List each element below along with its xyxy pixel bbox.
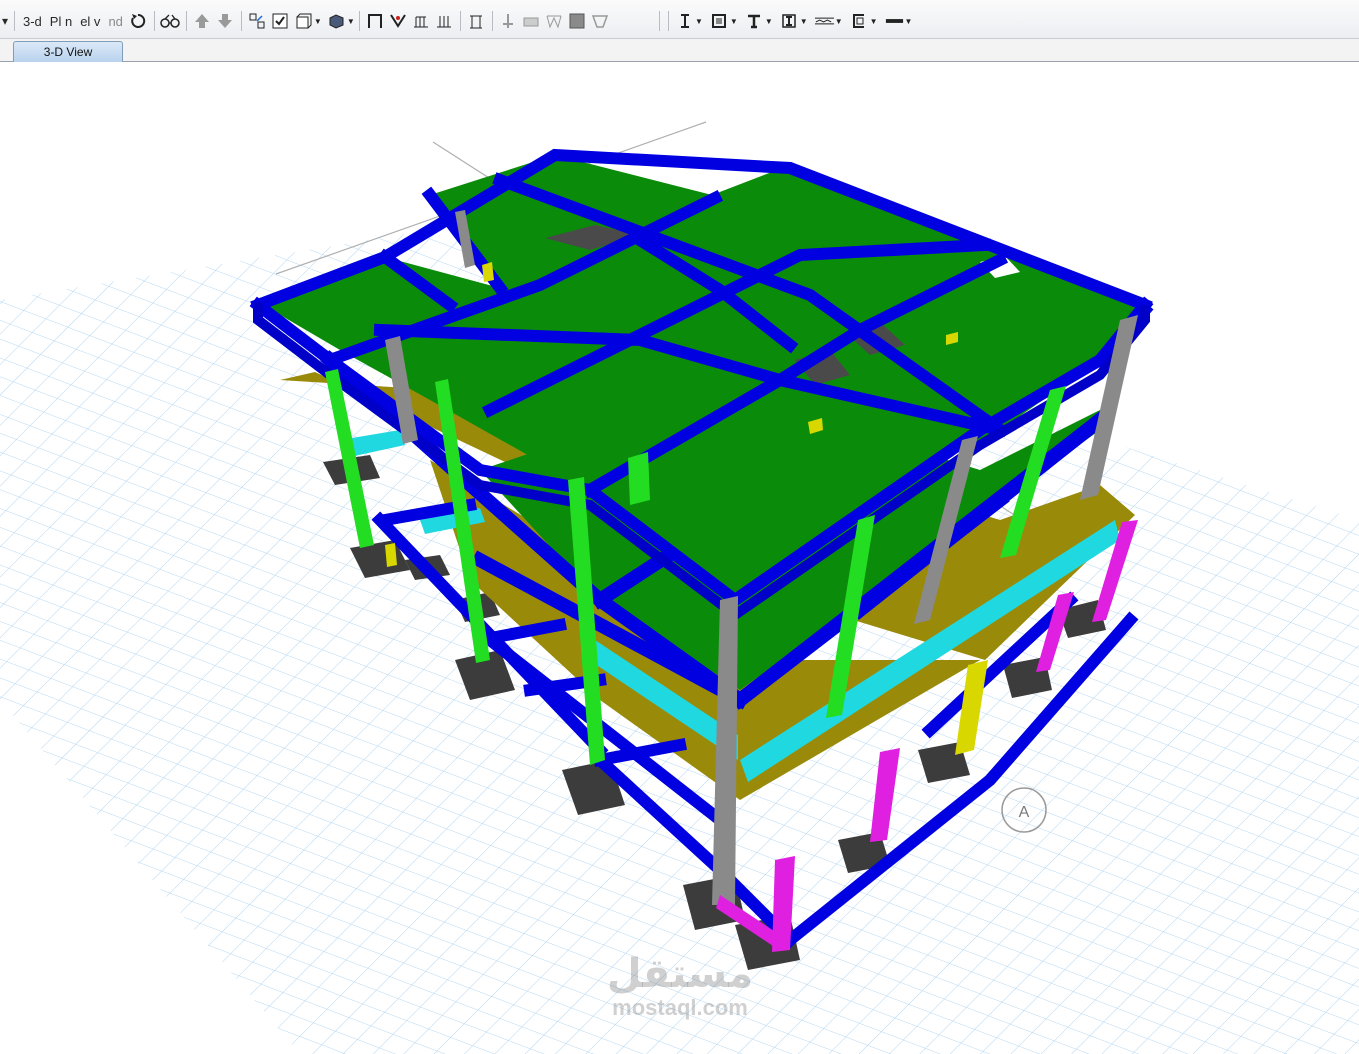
separator: [668, 11, 669, 31]
separator: [358, 11, 360, 31]
i-section-icon[interactable]: [674, 10, 695, 32]
separator: [153, 11, 155, 31]
chevron-down-icon[interactable]: ▼: [347, 17, 355, 26]
draw-slab-icon[interactable]: [411, 10, 432, 32]
watermark-arabic: مستقل: [606, 951, 754, 997]
watermark: مستقل mostaql.com: [590, 952, 770, 1020]
tab-bar: 3-D View: [0, 39, 1359, 62]
model-canvas: A: [0, 121, 1359, 1054]
chevron-down-icon[interactable]: ▼: [835, 17, 843, 26]
box-section-icon[interactable]: [709, 10, 730, 32]
draw-wall-icon[interactable]: [434, 10, 455, 32]
separator: [185, 11, 187, 31]
chevron-down-icon[interactable]: ▼: [800, 17, 808, 26]
draw-column-icon[interactable]: [466, 10, 487, 32]
chevron-down-icon[interactable]: ▼: [695, 17, 703, 26]
move-up-icon[interactable]: [192, 10, 213, 32]
separator: [240, 11, 242, 31]
separator: [491, 11, 493, 31]
tab-3d-view[interactable]: 3-D View: [13, 41, 123, 62]
toolbar-overflow-icon[interactable]: ▾: [1, 10, 9, 32]
toolbar-group-view: ▾ 3-d Pl n el v nd ▼ ▼: [0, 8, 612, 34]
chevron-down-icon[interactable]: ▼: [870, 17, 878, 26]
plate-section-icon[interactable]: [884, 10, 905, 32]
t-section-icon[interactable]: [744, 10, 765, 32]
separator: [459, 11, 461, 31]
chevron-down-icon[interactable]: ▼: [730, 17, 738, 26]
separator: [14, 11, 15, 31]
rotate-view-icon[interactable]: [128, 10, 149, 32]
model-3d-viewport[interactable]: A مستقل mostaql.com: [0, 62, 1359, 1054]
watermark-latin: mostaql.com: [612, 995, 748, 1020]
toolbar: ▾ 3-d Pl n el v nd ▼ ▼ ▼ ▼ ▼ ▼ ▼ ▼ ▼: [0, 0, 1359, 39]
deck-section-icon[interactable]: [814, 10, 835, 32]
chevron-down-icon[interactable]: ▼: [905, 17, 913, 26]
draw-truss-icon[interactable]: [544, 10, 565, 32]
view-plan-button[interactable]: Pl n: [47, 10, 75, 32]
separator: [659, 11, 660, 31]
view-3d-button[interactable]: 3-d: [20, 10, 45, 32]
compass-label: A: [1019, 804, 1030, 821]
extrude-view-icon[interactable]: [326, 10, 347, 32]
view-elevation-button[interactable]: el v: [77, 10, 103, 32]
wide-flange-icon[interactable]: [779, 10, 800, 32]
view-nd-button[interactable]: nd: [105, 10, 125, 32]
draw-brace-icon[interactable]: [388, 10, 409, 32]
chevron-down-icon[interactable]: ▼: [314, 17, 322, 26]
perspective-glasses-icon[interactable]: [160, 10, 181, 32]
chevron-down-icon[interactable]: ▼: [765, 17, 773, 26]
draw-point-icon[interactable]: [498, 10, 519, 32]
set-display-options-icon[interactable]: [270, 10, 291, 32]
channel-section-icon[interactable]: [849, 10, 870, 32]
draw-area-icon[interactable]: [567, 10, 588, 32]
draw-ramp-icon[interactable]: [521, 10, 542, 32]
object-shrink-icon[interactable]: [247, 10, 268, 32]
draw-opening-icon[interactable]: [590, 10, 611, 32]
set-building-view-icon[interactable]: [293, 10, 314, 32]
draw-frame-icon[interactable]: [365, 10, 386, 32]
toolbar-group-sections: ▼ ▼ ▼ ▼ ▼ ▼ ▼: [655, 8, 912, 34]
move-down-icon[interactable]: [215, 10, 236, 32]
